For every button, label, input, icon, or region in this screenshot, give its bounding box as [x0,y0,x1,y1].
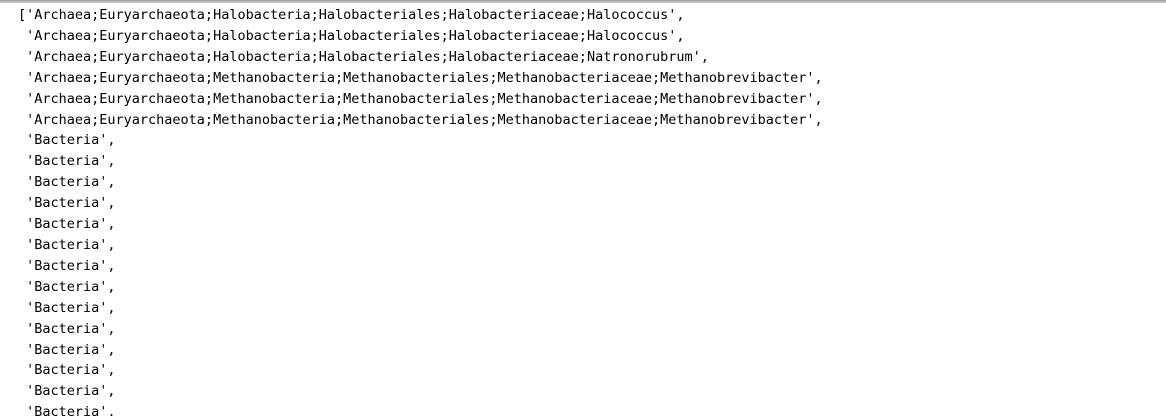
output-line: 'Bacteria', [18,320,116,337]
output-line: 'Bacteria', [18,216,116,233]
output-line: 'Archaea;Euryarchaeota;Methanobacteria;M… [18,69,823,86]
output-text: ['Archaea;Euryarchaeota;Halobacteria;Hal… [18,5,823,416]
output-line: 'Bacteria', [18,341,116,358]
output-line: 'Bacteria', [18,383,116,400]
output-line: 'Bacteria', [18,404,116,416]
output-line: 'Bacteria', [18,299,116,316]
output-line: 'Archaea;Euryarchaeota;Halobacteria;Halo… [18,48,709,65]
output-line: 'Bacteria', [18,236,116,253]
output-line: 'Bacteria', [18,174,116,191]
output-line: 'Bacteria', [18,153,116,170]
output-line: 'Bacteria', [18,362,116,379]
output-line: 'Bacteria', [18,195,116,212]
output-line: 'Bacteria', [18,257,116,274]
output-line: 'Archaea;Euryarchaeota;Methanobacteria;M… [18,111,823,128]
output-line: 'Archaea;Euryarchaeota;Methanobacteria;M… [18,90,823,107]
output-line: 'Archaea;Euryarchaeota;Halobacteria;Halo… [18,27,685,44]
output-line: 'Bacteria', [18,132,116,149]
output-line: 'Bacteria', [18,278,116,295]
output-line: ['Archaea;Euryarchaeota;Halobacteria;Hal… [18,7,685,23]
output-area: ['Archaea;Euryarchaeota;Halobacteria;Hal… [0,0,1166,416]
